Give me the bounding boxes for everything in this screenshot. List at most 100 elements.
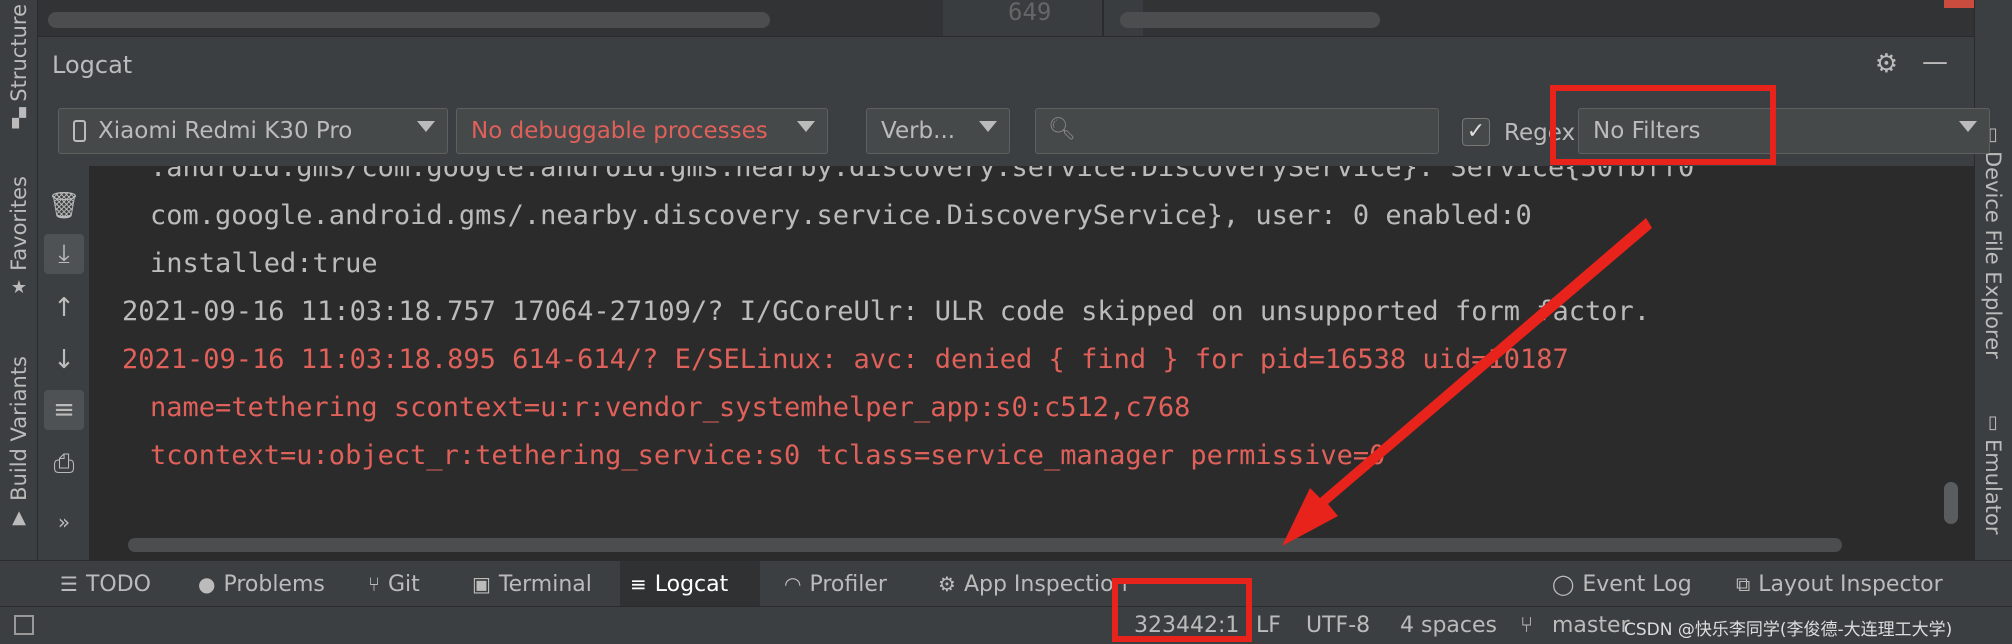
search-icon: 🔍︎	[1048, 117, 1076, 142]
gear-icon[interactable]: ⚙	[1875, 49, 1898, 79]
log-level-value: Verb...	[881, 118, 956, 144]
log-line-error: tcontext=u:object_r:tethering_service:s0…	[150, 440, 1386, 471]
build-variants-icon: ▲	[12, 506, 26, 528]
tab-logcat[interactable]: ≡ Logcat	[620, 561, 760, 607]
chevron-down-icon	[797, 121, 815, 132]
star-icon: ★	[10, 276, 28, 298]
printer-icon: ⎙	[53, 448, 75, 479]
git-branch-icon: ⑂	[368, 572, 380, 596]
emulator-tab-label: Emulator	[1981, 439, 2005, 535]
log-lines: .android.gms/com.google.android.gms.near…	[122, 166, 1922, 536]
more-actions-button[interactable]: »	[44, 502, 84, 542]
highlight-filter-box	[1550, 85, 1776, 165]
emulator-icon: ▯	[1988, 412, 1998, 433]
log-line-error: name=tethering scontext=u:r:vendor_syste…	[150, 392, 1191, 423]
error-stripe-marker	[1944, 0, 1974, 8]
trash-icon: 🗑︎	[47, 191, 81, 221]
log-line: 2021-09-16 11:03:18.757 17064-27109/? I/…	[122, 296, 1651, 327]
pane-divider[interactable]	[1102, 0, 1104, 36]
scroll-to-end-icon: ⤓	[58, 238, 70, 269]
editor-horizontal-scrollbar[interactable]	[48, 12, 770, 28]
git-branch[interactable]: master	[1552, 613, 1630, 638]
chevron-down-icon	[417, 121, 435, 132]
status-bar: 323442:1 LF UTF-8 4 spaces ⑂ master CSDN…	[0, 606, 2012, 644]
right-pane-horizontal-scrollbar[interactable]	[1120, 12, 1380, 28]
soft-wrap-icon: ≡	[53, 395, 75, 425]
editor-remnant: 649	[38, 0, 1974, 36]
tab-git[interactable]: ⑂ Git	[358, 561, 430, 607]
device-file-explorer-tab-label: Device File Explorer	[1981, 151, 2005, 359]
tab-profiler-label: Profiler	[809, 571, 887, 597]
soft-wrap-button[interactable]: ≡	[44, 390, 84, 430]
logcat-icon: ≡	[630, 572, 647, 596]
log-vertical-scrollbar[interactable]	[1944, 482, 1958, 524]
structure-tab[interactable]: Structure ▞	[0, 4, 38, 129]
tool-window-bar: ☰ TODO ● Problems ⑂ Git ▣ Terminal ≡ Logcat ◠…	[0, 560, 2012, 607]
structure-icon: ▞	[12, 107, 26, 129]
git-branch-icon: ⑂	[1520, 613, 1534, 638]
tab-terminal[interactable]: ▣ Terminal	[462, 561, 602, 607]
log-output-area: 🗑︎ ⤓ ↑ ↓ ≡ ⎙ » .android.gms/com.google.a…	[38, 166, 1974, 560]
emulator-tab[interactable]: ▯ Emulator	[1974, 412, 2012, 534]
highlight-position-box	[1112, 578, 1252, 642]
up-button[interactable]: ↑	[44, 288, 84, 328]
event-log-icon: ◯	[1552, 572, 1575, 596]
tab-profiler[interactable]: ◠ Profiler	[774, 561, 897, 607]
tab-event-log-label: Event Log	[1582, 571, 1692, 597]
toggle-tool-windows-icon[interactable]	[14, 615, 34, 635]
device-dropdown[interactable]: Xiaomi Redmi K30 Pro	[58, 108, 448, 154]
log-level-dropdown[interactable]: Verb...	[866, 108, 1010, 154]
tab-git-label: Git	[388, 571, 420, 597]
log-side-toolbar: 🗑︎ ⤓ ↑ ↓ ≡ ⎙ »	[38, 166, 90, 560]
print-button[interactable]: ⎙	[44, 444, 84, 484]
log-horizontal-scrollbar[interactable]	[128, 538, 1842, 552]
tab-event-log[interactable]: ◯ Event Log	[1542, 561, 1702, 607]
tab-problems-label: Problems	[223, 571, 325, 597]
down-button[interactable]: ↓	[44, 340, 84, 380]
tab-terminal-label: Terminal	[498, 571, 592, 597]
line-separator[interactable]: LF	[1256, 613, 1281, 638]
search-input[interactable]: 🔍︎	[1035, 108, 1439, 154]
watermark: CSDN @快乐李同学(李俊德-大连理工大学)	[1624, 620, 1953, 640]
profiler-icon: ◠	[784, 572, 802, 596]
tab-todo-label: TODO	[85, 571, 151, 597]
indent-setting[interactable]: 4 spaces	[1400, 613, 1497, 638]
favorites-tab-label: Favorites	[7, 176, 31, 271]
tab-problems[interactable]: ● Problems	[188, 561, 335, 607]
tab-layout-inspector[interactable]: ⧉ Layout Inspector	[1726, 561, 1953, 607]
log-line: com.google.android.gms/.nearby.discovery…	[150, 200, 1532, 231]
phone-icon	[73, 120, 86, 142]
device-file-explorer-tab[interactable]: ▯ Device File Explorer	[1974, 124, 2012, 359]
chevron-down-icon	[1959, 121, 1977, 132]
chevron-down-icon	[979, 121, 997, 132]
log-line-error: 2021-09-16 11:03:18.895 614-614/? E/SELi…	[122, 344, 1569, 375]
tab-layout-inspector-label: Layout Inspector	[1758, 571, 1943, 597]
favorites-tab[interactable]: Favorites ★	[0, 176, 38, 298]
editor-gutter-line-number: 649	[943, 0, 1143, 36]
log-line: .android.gms/com.google.android.gms.near…	[150, 166, 1695, 183]
build-variants-tab-label: Build Variants	[7, 356, 31, 501]
app-inspection-icon: ⚙	[938, 572, 956, 596]
process-dropdown[interactable]: No debuggable processes	[456, 108, 828, 154]
right-tool-strip: ▯ Device File Explorer ▯ Emulator	[1974, 0, 2012, 560]
scroll-to-end-button[interactable]: ⤓	[44, 234, 84, 274]
device-dropdown-value: Xiaomi Redmi K30 Pro	[98, 118, 353, 144]
clear-logcat-button[interactable]: 🗑︎	[44, 186, 84, 226]
structure-tab-label: Structure	[7, 4, 31, 102]
logcat-title: Logcat	[52, 51, 133, 79]
minimize-icon[interactable]: —	[1922, 47, 1948, 77]
problems-icon: ●	[198, 572, 216, 596]
build-variants-tab[interactable]: Build Variants ▲	[0, 356, 38, 528]
process-dropdown-value: No debuggable processes	[471, 118, 768, 144]
tab-todo[interactable]: ☰ TODO	[50, 561, 161, 607]
terminal-icon: ▣	[472, 572, 491, 596]
tab-app-inspection[interactable]: ⚙ App Inspection	[928, 561, 1138, 607]
left-tool-strip: Structure ▞ Favorites ★ Build Variants ▲	[0, 0, 38, 560]
tab-logcat-label: Logcat	[654, 571, 729, 597]
log-line: installed:true	[150, 248, 378, 279]
regex-checkbox[interactable]: ✓	[1462, 118, 1490, 146]
file-encoding[interactable]: UTF-8	[1306, 613, 1370, 638]
arrow-up-icon: ↑	[53, 293, 75, 323]
arrow-down-icon: ↓	[53, 345, 75, 375]
tab-app-inspection-label: App Inspection	[963, 571, 1128, 597]
